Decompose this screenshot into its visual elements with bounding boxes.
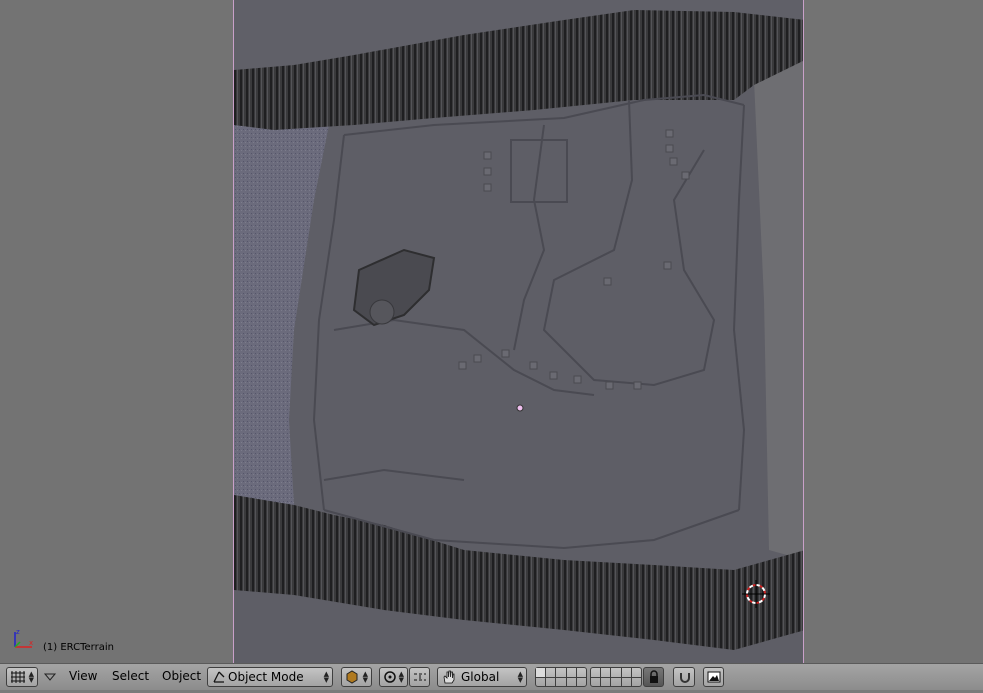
menu-object[interactable]: Object <box>162 669 201 683</box>
editor-type-button[interactable]: ▲ ▼ <box>6 667 38 687</box>
orientation-label: Global <box>461 670 500 684</box>
draw-type-button[interactable]: ▲ ▼ <box>341 667 372 687</box>
viewport-header: ▲ ▼ View Select Object Object Mode ▲ ▼ ▲ ▼ … <box>0 663 983 690</box>
orientation-select[interactable]: Global ▲ ▼ <box>437 667 527 687</box>
object-label: (1) ERCTerrain <box>43 642 114 653</box>
updown-icon: ▲ ▼ <box>398 670 404 684</box>
hand-icon <box>443 670 455 684</box>
object-mode-icon <box>213 671 225 683</box>
collapse-menu-icon[interactable] <box>44 673 56 693</box>
render-icon <box>707 671 721 683</box>
lock-icon <box>650 670 658 683</box>
pivot-button[interactable]: ▲ ▼ <box>379 667 408 687</box>
pivot-icon <box>384 671 396 683</box>
lock-layers-button[interactable] <box>643 667 664 687</box>
menu-select[interactable]: Select <box>112 669 149 683</box>
layer-buttons-right[interactable] <box>590 667 642 687</box>
object-origin <box>516 404 524 412</box>
solid-shading-icon <box>346 670 358 684</box>
align-icon <box>414 673 426 681</box>
mode-select[interactable]: Object Mode ▲ ▼ <box>207 667 333 687</box>
render-button[interactable] <box>703 667 724 687</box>
3d-viewport[interactable]: z x (1) ERCTerrain <box>0 0 983 663</box>
updown-icon: ▲ ▼ <box>28 670 34 684</box>
updown-icon: ▲ ▼ <box>517 670 523 684</box>
align-button[interactable] <box>409 667 430 687</box>
updown-icon: ▲ ▼ <box>323 670 329 684</box>
svg-text:z: z <box>16 628 20 636</box>
layer-buttons-left[interactable] <box>535 667 587 687</box>
updown-icon: ▲ ▼ <box>362 670 368 684</box>
svg-text:x: x <box>29 639 33 647</box>
axes-icon: z x <box>14 628 33 648</box>
camera-frame <box>233 0 804 663</box>
snap-button[interactable] <box>673 667 695 687</box>
grid-icon <box>11 671 25 683</box>
terrain-render <box>234 0 803 663</box>
mode-select-label: Object Mode <box>228 670 304 684</box>
magnet-icon <box>680 673 690 683</box>
menu-view[interactable]: View <box>69 669 97 683</box>
